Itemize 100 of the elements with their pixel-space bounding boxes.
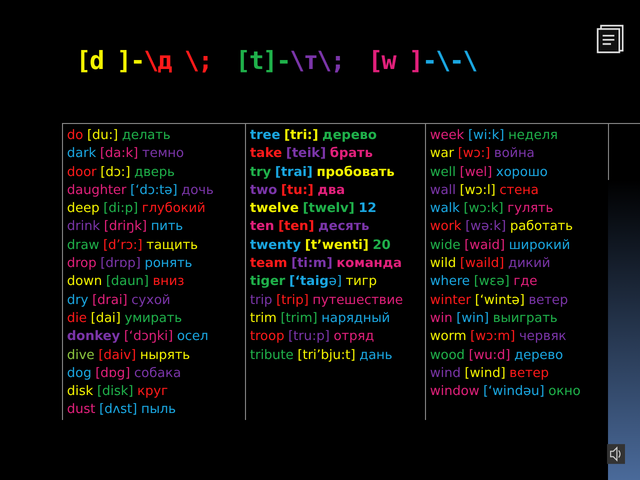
english-word: do <box>67 128 84 143</box>
russian-translation: окно <box>548 384 581 400</box>
title-text: -\-\ <box>422 46 476 77</box>
russian-translation: умирать <box>124 310 182 326</box>
english-word: trip <box>250 292 272 308</box>
transcription: [‘wintə] <box>474 292 525 308</box>
transcription: [wi:k] <box>468 128 504 143</box>
russian-translation: дочь <box>181 182 214 198</box>
transcription: [daun] <box>106 274 149 290</box>
russian-translation: широкий <box>508 238 570 253</box>
english-word: twenty <box>250 238 301 253</box>
russian-translation: темно <box>142 146 184 162</box>
english-word: deep <box>67 201 100 216</box>
russian-translation: дерево <box>514 348 564 363</box>
transcription: [ten] <box>278 219 314 234</box>
english-word: dive <box>67 348 95 363</box>
russian-translation: брать <box>330 146 373 162</box>
english-word: window <box>430 384 480 400</box>
english-word: take <box>250 146 282 162</box>
english-word: wind <box>430 366 461 381</box>
english-word: tribute <box>250 348 294 363</box>
transcription: [trim] <box>280 310 318 326</box>
russian-translation: ветер <box>528 292 568 308</box>
english-word: winter <box>430 292 471 308</box>
transcription: [‘dɔ:tə] <box>130 182 178 198</box>
russian-translation: дверь <box>134 164 175 180</box>
english-word: wild <box>430 256 456 272</box>
english-word: try <box>250 164 272 180</box>
english-word: work <box>430 219 462 234</box>
russian-translation: где <box>514 274 538 290</box>
english-word: wood <box>430 348 465 363</box>
transcription: [tru:p] <box>288 329 330 344</box>
english-word: wide <box>430 238 460 253</box>
russian-translation: тигр <box>346 274 377 290</box>
transcription: [disk] <box>97 384 134 400</box>
transcription: [teik] <box>286 146 326 162</box>
russian-translation: вниз <box>152 274 184 290</box>
document-stack-icon <box>596 22 626 56</box>
transcription: [twelv] <box>302 201 355 216</box>
title-text: [d ] <box>76 46 130 77</box>
transcription: [dʌst] <box>99 402 138 418</box>
transcription: [‘dɔŋki] <box>124 329 174 344</box>
english-word: week <box>430 128 464 143</box>
english-word: drink <box>67 219 100 234</box>
transcription: [du:] <box>87 128 118 143</box>
english-word: team <box>250 256 288 272</box>
title-text: [t] <box>236 46 276 77</box>
russian-translation: ронять <box>144 256 192 272</box>
russian-translation: 20 <box>372 238 391 253</box>
russian-translation: червяк <box>519 329 566 344</box>
russian-translation: круг <box>137 384 168 400</box>
transcription: [wɛə] <box>474 274 510 290</box>
transcription: [wɔ:m] <box>470 329 516 344</box>
transcription: [dai] <box>90 310 121 326</box>
english-word: win <box>430 310 452 326</box>
english-word: die <box>67 310 87 326</box>
transcription: [tu:] <box>281 182 314 198</box>
russian-translation: делать <box>122 128 171 143</box>
transcription: [t’wenti] <box>304 238 369 253</box>
transcription: [d’rɔ:] <box>103 238 142 253</box>
english-word: trim <box>250 310 277 326</box>
english-word: dog <box>67 366 92 381</box>
title-text: \д \; <box>144 46 212 77</box>
transcription: [di:p] <box>103 201 138 216</box>
russian-translation: глубокий <box>142 201 206 216</box>
russian-translation: отряд <box>334 329 374 344</box>
russian-translation: работать <box>510 219 573 234</box>
russian-translation: дерево <box>322 128 377 143</box>
russian-translation: пить <box>150 219 184 234</box>
russian-translation: сухой <box>131 292 170 308</box>
english-word: tiger <box>250 274 286 290</box>
title-text: - <box>130 46 144 77</box>
transcription: [wind] <box>464 366 506 381</box>
speaker-icon <box>607 444 625 464</box>
transcription: [drai] <box>92 292 128 308</box>
english-word: two <box>250 182 278 198</box>
russian-translation: пробовать <box>316 164 395 180</box>
russian-translation: два <box>318 182 345 198</box>
transcription: [wel] <box>460 164 492 180</box>
english-word: drop <box>67 256 97 272</box>
russian-translation: гулять <box>507 201 554 216</box>
russian-translation: ветер <box>509 366 549 381</box>
transcription: [wɔ:] <box>458 146 490 162</box>
title-text: [w ] <box>368 46 422 77</box>
transcription: [win] <box>456 310 490 326</box>
title-text: - <box>276 46 290 77</box>
russian-translation: пыль <box>141 402 176 418</box>
transcription: [wɔ:l] <box>460 182 496 198</box>
english-word: worm <box>430 329 466 344</box>
transcription: [dɔ:] <box>100 164 130 180</box>
transcription: [daiv] <box>98 348 136 363</box>
transcription: [trai] <box>275 164 313 180</box>
english-word: dark <box>67 146 96 162</box>
russian-translation: путешествие <box>312 292 404 308</box>
transcription: [‘windəu] <box>483 384 544 400</box>
russian-translation: дань <box>359 348 392 363</box>
transcription: [trip] <box>276 292 309 308</box>
english-word: walk <box>430 201 460 216</box>
english-word: twelve <box>250 201 299 216</box>
russian-translation: неделя <box>508 128 558 143</box>
